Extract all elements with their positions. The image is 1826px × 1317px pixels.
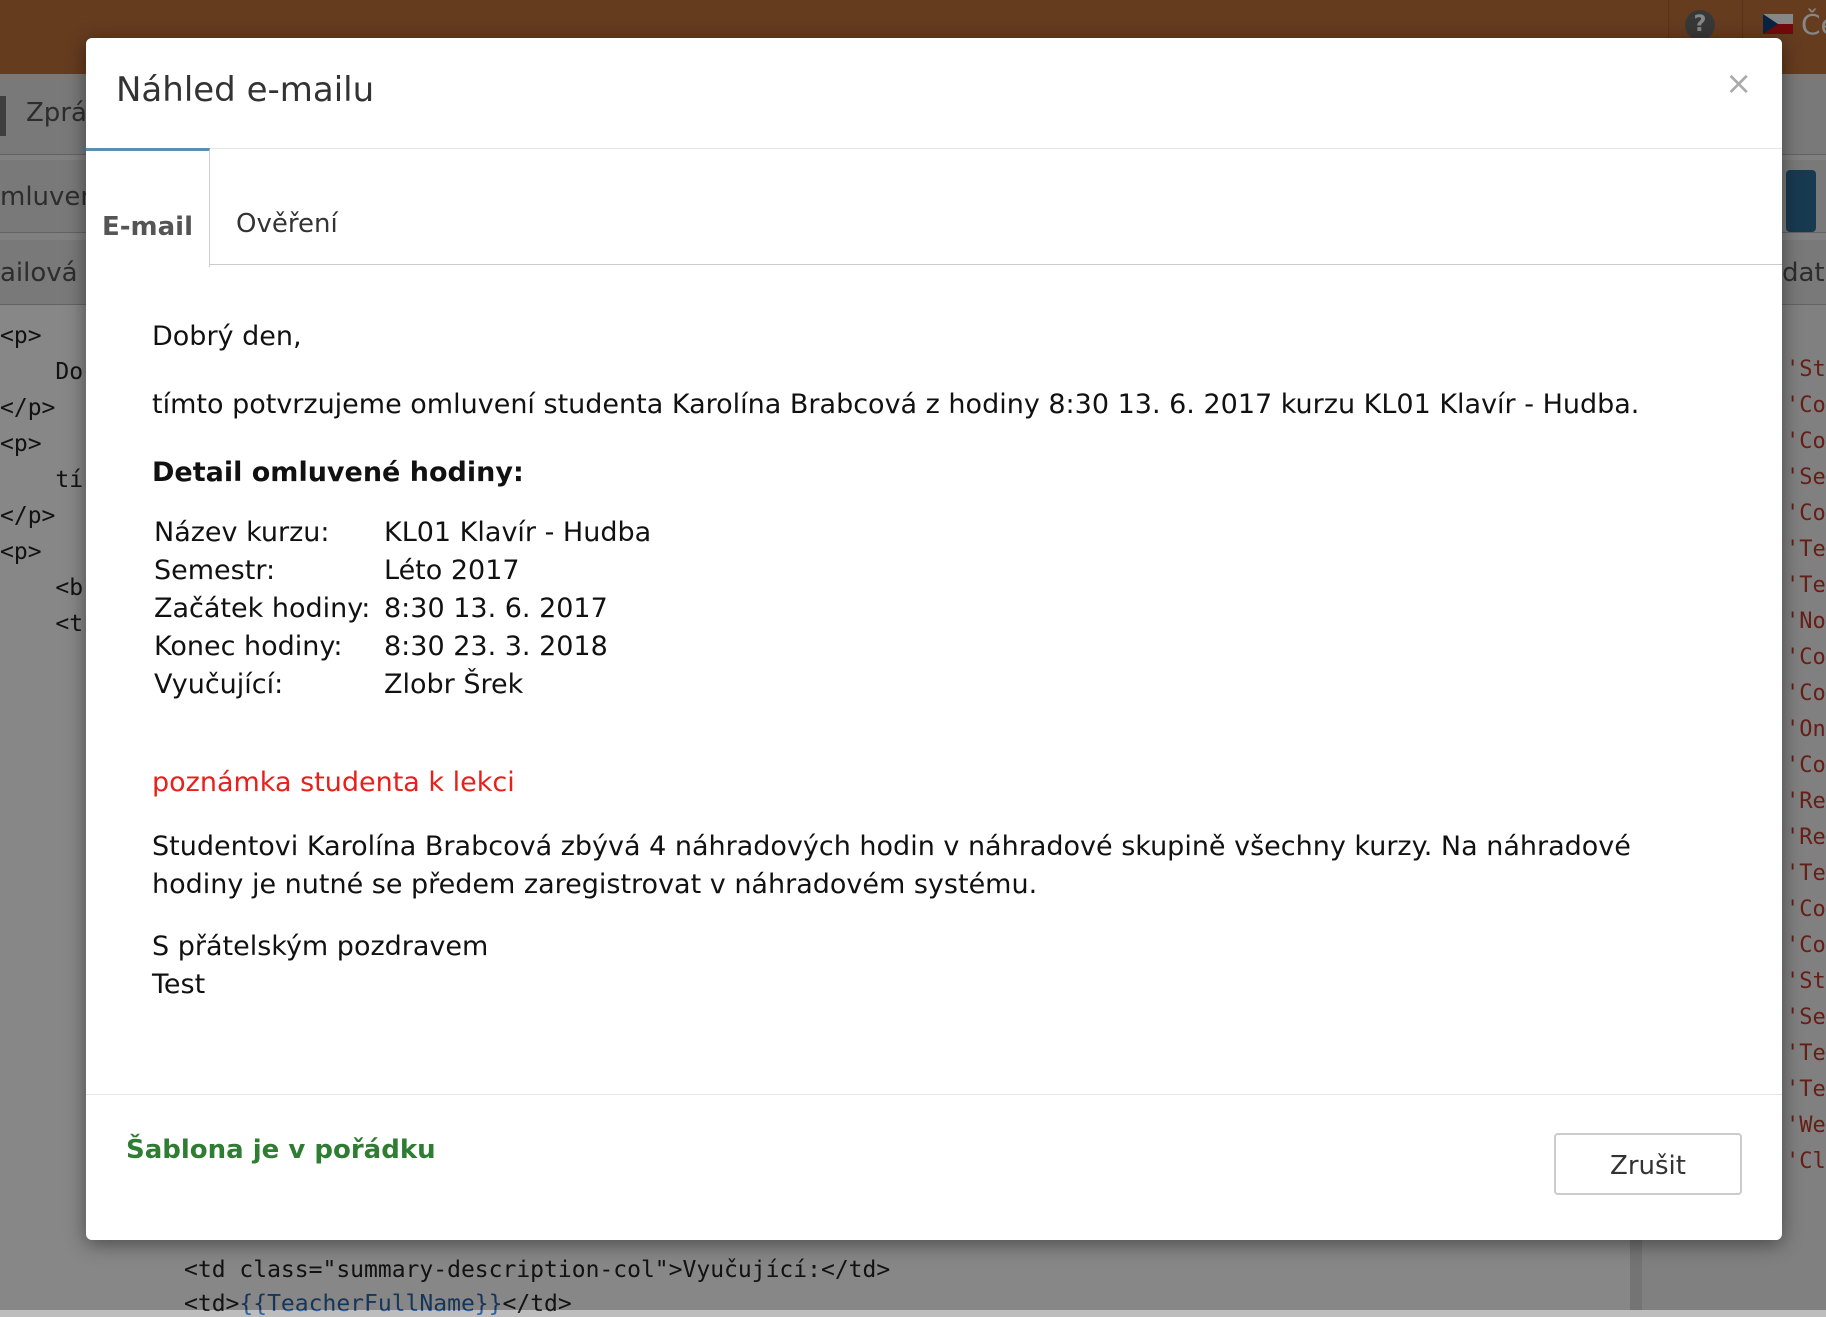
detail-label: Název kurzu:	[154, 517, 330, 548]
email-signature: Test	[152, 969, 206, 1000]
detail-value: 8:30 23. 3. 2018	[384, 631, 608, 662]
detail-label: Semestr:	[154, 555, 276, 586]
lesson-detail-table: Název kurzu: KL01 Klavír - Hudba Semestr…	[154, 514, 651, 704]
detail-value: Léto 2017	[384, 555, 520, 586]
close-icon[interactable]: ×	[1725, 64, 1752, 102]
cancel-button[interactable]: Zrušit	[1554, 1133, 1742, 1195]
email-greeting: Dobrý den,	[152, 321, 302, 352]
detail-value: KL01 Klavír - Hudba	[384, 517, 652, 548]
template-status: Šablona je v pořádku	[126, 1135, 436, 1165]
table-row: Vyučující: Zlobr Šrek	[154, 666, 651, 704]
detail-label: Vyučující:	[154, 669, 284, 700]
student-note: poznámka studenta k lekci	[152, 767, 515, 798]
detail-label: Začátek hodiny:	[154, 593, 371, 624]
tab-email[interactable]: E-mail	[86, 148, 210, 267]
email-confirmation: tímto potvrzujeme omluvení studenta Karo…	[152, 389, 1640, 420]
table-row: Název kurzu: KL01 Klavír - Hudba	[154, 514, 651, 552]
email-signoff: S přátelským pozdravem	[152, 931, 489, 962]
email-preview-modal: Náhled e-mailu × E-mail Ověření Dobrý de…	[86, 38, 1782, 1240]
detail-heading: Detail omluvené hodiny:	[152, 457, 524, 488]
modal-footer: Šablona je v pořádku Zrušit	[86, 1094, 1782, 1240]
tab-verification[interactable]: Ověření	[236, 148, 338, 264]
detail-value: Zlobr Šrek	[384, 669, 524, 700]
makeup-info: Studentovi Karolína Brabcová zbývá 4 náh…	[152, 831, 1631, 900]
detail-value: 8:30 13. 6. 2017	[384, 593, 608, 624]
table-row: Začátek hodiny: 8:30 13. 6. 2017	[154, 590, 651, 628]
table-row: Semestr: Léto 2017	[154, 552, 651, 590]
modal-header: Náhled e-mailu ×	[86, 38, 1782, 149]
table-row: Konec hodiny: 8:30 23. 3. 2018	[154, 628, 651, 666]
modal-title: Náhled e-mailu	[116, 70, 375, 110]
modal-tabs: E-mail Ověření	[86, 148, 1782, 267]
detail-label: Konec hodiny:	[154, 631, 343, 662]
